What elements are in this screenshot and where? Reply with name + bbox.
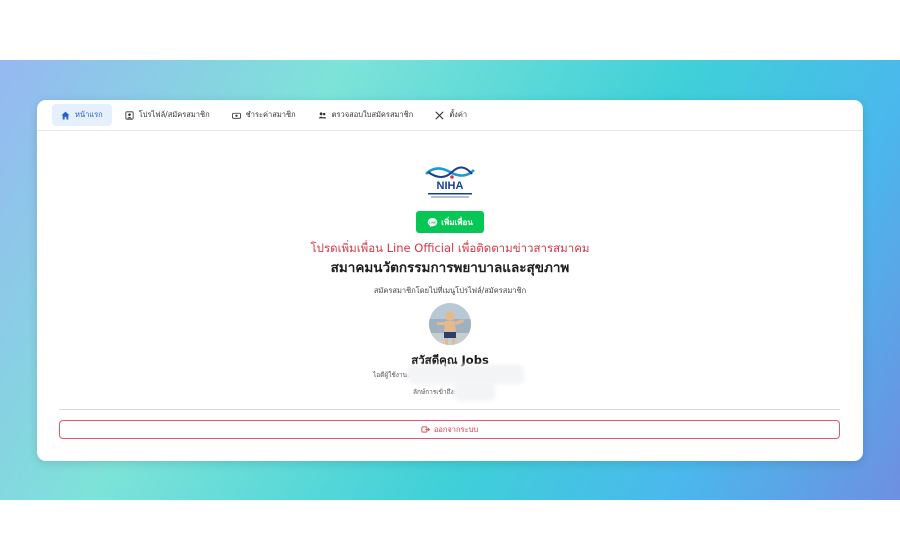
line-button-label: เพิ่มเพื่อน [441, 217, 473, 227]
avatar [429, 303, 471, 345]
logout-icon [421, 426, 430, 433]
tab-settings[interactable]: ตั้งค่า [426, 104, 476, 126]
username-value-redacted [411, 368, 522, 381]
tab-profile-label: โปรไฟล์/สมัครสมาชิก [138, 110, 210, 119]
tab-home-label: หน้าแรก [75, 110, 103, 119]
home-icon [61, 111, 70, 119]
tab-settings-label: ตั้งค่า [449, 110, 468, 119]
username-label: ไอดีผู้ใช้งาน: [373, 370, 410, 379]
divider [59, 409, 840, 410]
user-card-icon [125, 110, 134, 120]
main-card: หน้าแรก โปรไฟล์/สมัครสมาชิก ชำระค่าสมาชิ… [37, 100, 863, 461]
organization-name: สมาคมนวัตกรรมการพยาบาลและสุขภาพ [330, 260, 570, 276]
tab-check-application[interactable]: ตรวจสอบใบสมัครสมาชิก [309, 104, 423, 126]
users-icon [318, 111, 327, 118]
money-icon [231, 112, 241, 119]
login-method-row: ลักษ์การเข้าถึง: [413, 385, 492, 398]
login-method-label: ลักษ์การเข้าถึง: [413, 387, 456, 396]
register-hint: สมัครสมาชิกโดยไปที่เมนูโปรไฟล์/สมัครสมาช… [373, 286, 527, 295]
tab-profile[interactable]: โปรไฟล์/สมัครสมาชิก [116, 104, 219, 126]
top-nav: หน้าแรก โปรไฟล์/สมัครสมาชิก ชำระค่าสมาชิ… [37, 100, 863, 131]
logout-button[interactable]: ออกจากระบบ [59, 420, 840, 439]
svg-text:LINE: LINE [429, 220, 436, 224]
niha-logo: NIHA [425, 166, 475, 198]
tab-payment[interactable]: ชำระค่าสมาชิก [223, 104, 305, 126]
svg-text:NIHA: NIHA [437, 180, 464, 192]
tools-icon [435, 111, 444, 119]
login-method-value-redacted [457, 385, 492, 398]
line-add-friend-button[interactable]: LINE เพิ่มเพื่อน [416, 211, 484, 233]
logout-label: ออกจากระบบ [433, 424, 479, 434]
username-row: ไอดีผู้ใช้งาน: [373, 368, 522, 381]
tab-home[interactable]: หน้าแรก [52, 104, 112, 126]
line-icon: LINE [427, 217, 438, 227]
tab-payment-label: ชำระค่าสมาชิก [245, 110, 296, 119]
tab-check-application-label: ตรวจสอบใบสมัครสมาชิก [331, 110, 414, 119]
